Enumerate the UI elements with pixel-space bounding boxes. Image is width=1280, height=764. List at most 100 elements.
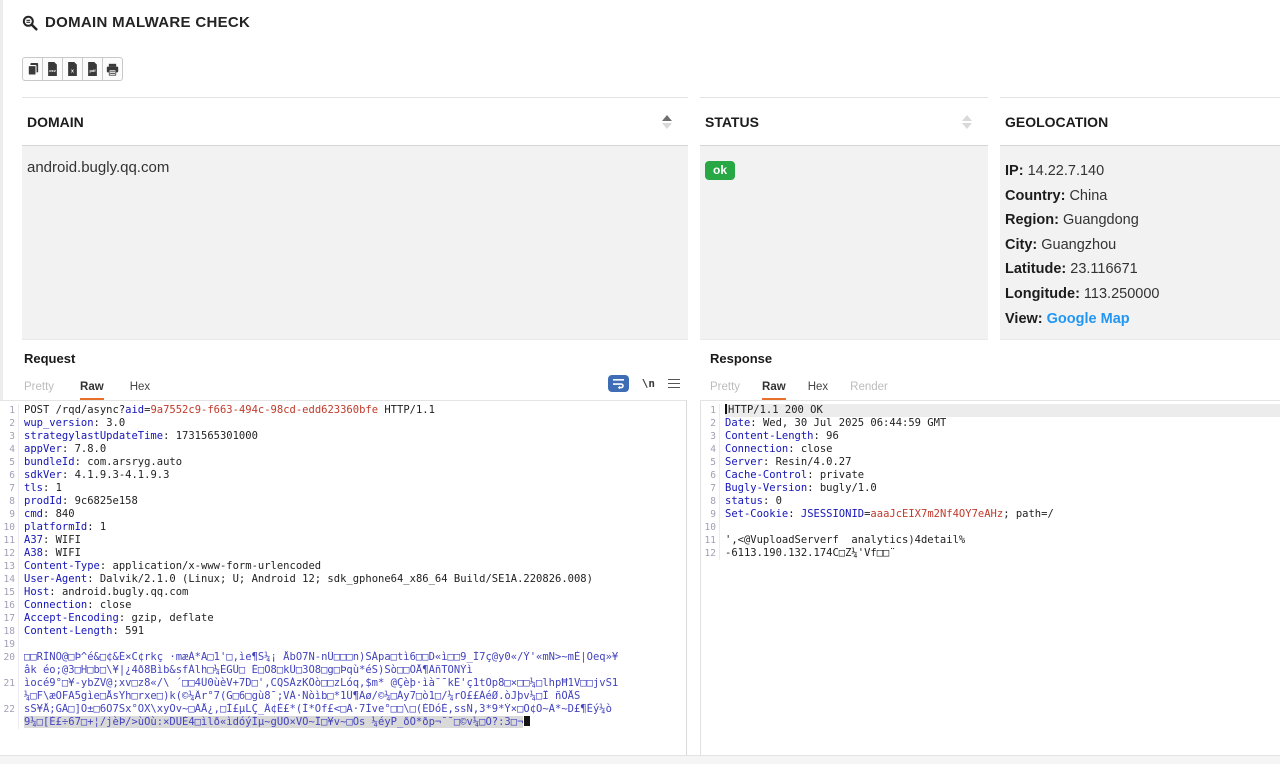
tab-hex[interactable]: Hex — [130, 381, 150, 400]
code-line: 6sdkVer: 4.1.9.3-4.1.9.3 — [0, 469, 686, 482]
pdf-file-icon: pdf — [87, 62, 98, 76]
geo-field: IP: 14.22.7.140 — [1005, 159, 1270, 184]
newline-toggle[interactable]: \n — [642, 377, 655, 390]
status-cell: ok — [700, 146, 988, 340]
text-caret — [725, 404, 727, 414]
code-line: 7Bugly-Version: bugly/1.0 — [701, 482, 1280, 495]
column-header-domain[interactable]: DOMAIN — [22, 97, 688, 146]
http-message-section: Request Pretty Raw Hex \n — [0, 349, 1280, 756]
code-line: 17Accept-Encoding: gzip, deflate — [0, 612, 686, 625]
print-icon — [106, 63, 119, 76]
code-line: 1POST /rqd/async?aid=9a7552c9-f663-494c-… — [0, 404, 686, 417]
code-line: 9Set-Cookie: JSESSIONID=aaaJcEIX7m2Nf4OY… — [701, 508, 1280, 521]
page-title: DOMAIN MALWARE CHECK — [45, 14, 250, 31]
code-line: 4appVer: 7.8.0 — [0, 443, 686, 456]
editor-menu-icon[interactable] — [668, 379, 680, 389]
domain-cell: android.bugly.qq.com — [22, 146, 688, 340]
export-csv-button[interactable]: csv — [42, 57, 63, 81]
geo-field: Country: China — [1005, 184, 1270, 209]
code-line: ¼□F\æOFA5gìe□ÅsYh□rxe□)k(©¼Âr°7(G□6□gù8¯… — [0, 690, 686, 703]
code-line: 7tls: 1 — [0, 482, 686, 495]
wrap-lines-toggle[interactable] — [608, 375, 629, 392]
tab-raw[interactable]: Raw — [80, 381, 104, 400]
code-line: 22sS¥Å;GÄ□]O±□6O7Sx°OX\xyOv~□ÄÅ¿‚□Í£µLÇ_… — [0, 703, 686, 716]
search-icon — [22, 15, 38, 31]
page: DOMAIN MALWARE CHECK csv — [0, 0, 1280, 764]
code-line: 1HTTP/1.1 200 OK — [701, 404, 1280, 417]
geo-field: Region: Guangdong — [1005, 208, 1270, 233]
code-line: 5Server: Resin/4.0.27 — [701, 456, 1280, 469]
csv-file-icon: csv — [47, 62, 58, 76]
svg-text:csv: csv — [49, 68, 56, 73]
page-header: DOMAIN MALWARE CHECK — [22, 14, 250, 31]
response-panel: Response Pretty Raw Hex Render 1HTTP/1.1… — [700, 349, 1280, 756]
tab-pretty[interactable]: Pretty — [24, 381, 54, 400]
tab-hex[interactable]: Hex — [808, 381, 828, 400]
code-line: 6Cache-Control: private — [701, 469, 1280, 482]
copy-icon — [27, 62, 39, 76]
export-toolbar: csv x pdf — [22, 57, 123, 81]
sort-icon — [662, 115, 672, 129]
table-row: android.bugly.qq.com ok IP: 14.22.7.140C… — [22, 146, 1280, 340]
status-badge: ok — [705, 161, 735, 180]
code-line: 8status: 0 — [701, 495, 1280, 508]
tab-raw[interactable]: Raw — [762, 381, 786, 400]
geo-field: View: Google Map — [1005, 307, 1270, 332]
geo-value: Guangdong — [1063, 212, 1139, 228]
response-raw-editor[interactable]: 1HTTP/1.1 200 OK2Date: Wed, 30 Jul 2025 … — [700, 400, 1280, 756]
geo-value: China — [1069, 188, 1107, 204]
export-pdf-button[interactable]: pdf — [82, 57, 103, 81]
code-line: 2Date: Wed, 30 Jul 2025 06:44:59 GMT — [701, 417, 1280, 430]
code-line: 3Content-Length: 96 — [701, 430, 1280, 443]
tab-pretty[interactable]: Pretty — [710, 381, 740, 400]
code-line: 12-6113.190.132.174C□Z¼'Vf□□¨ — [701, 547, 1280, 560]
svg-text:pdf: pdf — [89, 68, 96, 73]
google-map-link[interactable]: Google Map — [1047, 311, 1130, 327]
code-line: 10platformId: 1 — [0, 521, 686, 534]
bottom-scrollbar-track[interactable] — [0, 755, 1280, 764]
code-line: 13Content-Type: application/x-www-form-u… — [0, 560, 686, 573]
tab-render[interactable]: Render — [850, 381, 888, 400]
request-tabbar: Pretty Raw Hex — [0, 373, 688, 400]
code-line: 3strategylastUpdateTime: 1731565301000 — [0, 430, 686, 443]
code-line: 9¼□[È£÷67□+¦/jèÞ/>ùÔù:×DÛÈ4□ìlð«ìdóýÍµ~g… — [0, 716, 686, 729]
code-line: âk éo;@3□H□b□\¥|¿4ð8Bìb&sfÁlh□¼ÈGÛ□ É□O8… — [0, 664, 686, 677]
code-line: 14User-Agent: Dalvik/2.1.0 (Linux; U; An… — [0, 573, 686, 586]
code-line: 8prodId: 9c6825e158 — [0, 495, 686, 508]
code-line: 11A37: WIFI — [0, 534, 686, 547]
code-line: 18Content-Length: 591 — [0, 625, 686, 638]
request-raw-editor[interactable]: 1POST /rqd/async?aid=9a7552c9-f663-494c-… — [0, 400, 687, 756]
response-panel-title: Response — [710, 351, 772, 366]
code-line: 12A38: WIFI — [0, 547, 686, 560]
code-line: 4Connection: close — [701, 443, 1280, 456]
geo-field: City: Guangzhou — [1005, 233, 1270, 258]
request-editor-controls: \n — [608, 375, 680, 392]
svg-text:x: x — [71, 69, 74, 75]
geo-field: Longitude: 113.250000 — [1005, 282, 1270, 307]
column-header-status[interactable]: STATUS — [700, 97, 988, 146]
malware-check-table: DOMAIN STATUS GEOLOCATION android.bugly.… — [22, 97, 1280, 340]
sort-icon — [962, 115, 972, 129]
code-line: 2wup_version: 3.0 — [0, 417, 686, 430]
geolocation-details: IP: 14.22.7.140Country: ChinaRegion: Gua… — [1005, 159, 1270, 331]
print-button[interactable] — [102, 57, 123, 81]
wrap-lines-icon — [612, 378, 625, 389]
geo-field: Latitude: 23.116671 — [1005, 257, 1270, 282]
code-line: 19 — [0, 638, 686, 651]
code-line: 15Host: android.bugly.qq.com — [0, 586, 686, 599]
geo-value: 113.250000 — [1084, 286, 1160, 302]
request-panel-title: Request — [24, 351, 75, 366]
geo-value: Guangzhou — [1041, 237, 1116, 253]
code-line: 10 — [701, 521, 1280, 534]
column-label: GEOLOCATION — [1005, 114, 1108, 130]
copy-button[interactable] — [22, 57, 43, 81]
code-line: 21ìocé9°□¥-ybZV@;xv□z8«/\ ´□□4Û0ùèV+7D□'… — [0, 677, 686, 690]
code-line: 5bundleId: com.arsryg.auto — [0, 456, 686, 469]
export-excel-button[interactable]: x — [62, 57, 83, 81]
request-panel: Request Pretty Raw Hex \n — [0, 349, 688, 756]
geo-value: 14.22.7.140 — [1028, 163, 1105, 179]
column-header-geolocation[interactable]: GEOLOCATION — [1000, 97, 1280, 146]
code-line: 16Connection: close — [0, 599, 686, 612]
geo-value: 23.116671 — [1070, 261, 1137, 277]
excel-file-icon: x — [67, 62, 78, 76]
